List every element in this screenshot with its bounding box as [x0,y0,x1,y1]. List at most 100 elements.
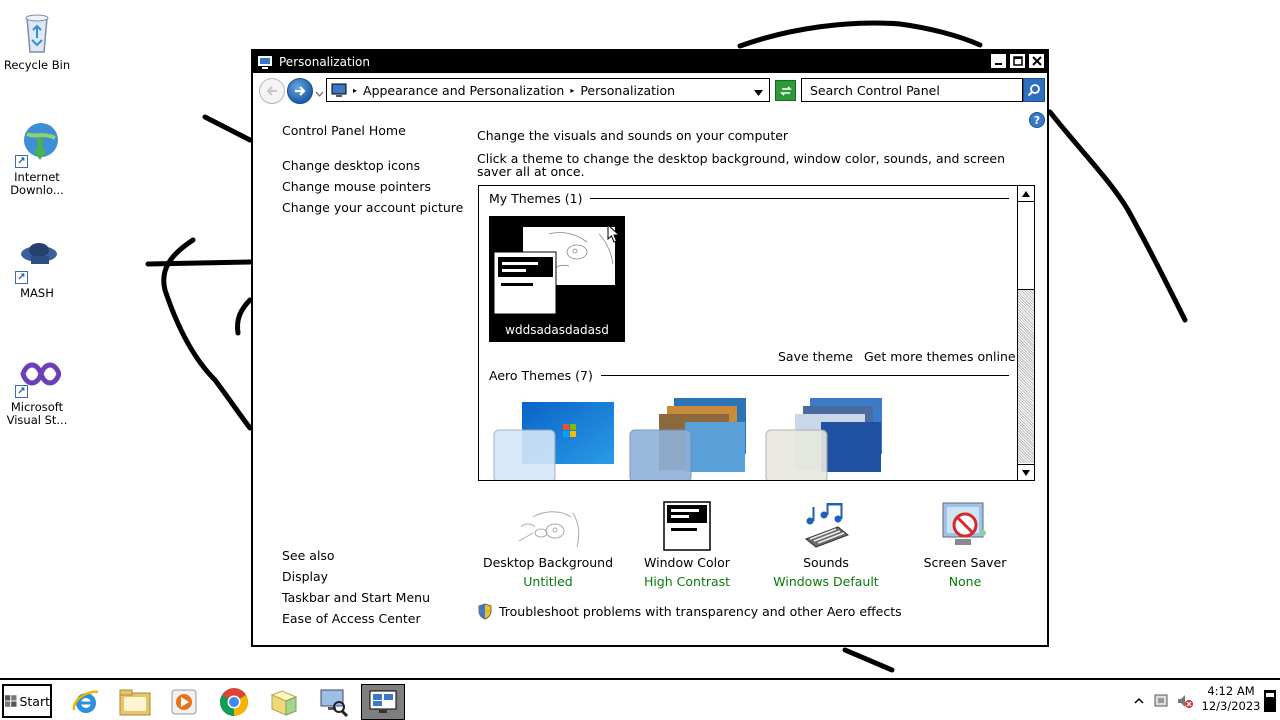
shortcut-arrow-icon: ↗ [15,155,28,168]
start-label: Start [19,693,50,709]
scroll-up-button[interactable] [1018,186,1034,202]
window-color-icon [617,499,757,551]
desktop-icon-label: Internet Downlo... [10,170,64,197]
navigation-bar: ▸ Appearance and Personalization ▸ Perso… [253,73,1047,104]
setting-value: Untitled [523,574,573,589]
show-hidden-icons-icon[interactable] [1134,696,1144,706]
get-more-themes-link[interactable]: Get more themes online [864,349,1016,364]
setting-value: Windows Default [773,574,879,589]
taskbar-file-explorer[interactable] [113,684,157,720]
scroll-track[interactable] [1018,290,1034,463]
shield-icon [478,603,492,620]
personalization-icon [369,690,397,713]
search-input[interactable]: Search Control Panel [801,78,1023,102]
breadcrumb-arrow-icon[interactable]: ▸ [570,86,574,95]
desktop-icon-mash[interactable]: ↗ MASH [0,236,74,300]
scroll-down-icon [1022,469,1030,476]
aero-themes-group: Aero Themes (7) [489,368,1009,383]
taskbar-folder[interactable] [262,684,306,720]
personalization-window[interactable]: Personalization ▸ Appearance and Persona… [251,49,1049,647]
desktop-icon-recycle-bin[interactable]: Recycle Bin [0,8,74,72]
aero-theme-characters-tile[interactable] [765,398,891,481]
shortcut-arrow-icon: ↗ [15,385,28,398]
divider [600,375,1009,376]
sounds-setting[interactable]: Sounds Windows Default [756,499,896,589]
search-button[interactable] [1023,78,1045,102]
maximize-button[interactable] [1009,53,1026,69]
aero-theme-architecture-tile[interactable] [629,398,755,481]
address-bar[interactable]: ▸ Appearance and Personalization ▸ Perso… [326,78,770,102]
desktop-icon-label: MASH [20,286,54,300]
taskbar-internet-explorer[interactable] [64,684,108,720]
mash-icon: ↗ [13,236,61,284]
folder-icon [270,690,298,716]
forward-button[interactable] [287,78,313,104]
taskbar-clock[interactable]: 4:12 AM 12/3/2023 [1196,684,1266,714]
action-center-icon[interactable] [1152,692,1170,710]
screen-saver-icon [895,499,1035,551]
change-desktop-icons-link[interactable]: Change desktop icons [282,158,420,173]
start-button[interactable]: Start [2,684,52,718]
mouse-cursor-icon [607,224,621,243]
taskbar: Start [0,678,1280,720]
troubleshoot-aero-link[interactable]: Troubleshoot problems with transparency … [477,603,902,620]
change-mouse-pointers-link[interactable]: Change mouse pointers [282,179,431,194]
theme-list-scrollbar[interactable] [1017,186,1034,480]
setting-label: Sounds [803,555,849,570]
personalization-app-icon [257,54,273,70]
aero-themes-header: Aero Themes (7) [489,368,593,383]
page-title: Change the visuals and sounds on your co… [477,128,789,143]
breadcrumb-personalization[interactable]: Personalization [580,83,675,98]
visual-studio-icon: ↗ [13,350,62,398]
taskbar-control-panel[interactable] [311,684,355,720]
address-dropdown-icon[interactable] [754,85,763,99]
sounds-icon [756,499,896,551]
setting-value: High Contrast [643,574,731,589]
my-themes-group: My Themes (1) [489,191,1009,206]
screen-saver-setting[interactable]: Screen Saver None [895,499,1035,589]
control-panel-home-link[interactable]: Control Panel Home [282,123,406,138]
chrome-icon [220,688,248,716]
theme-name: wddsadasdadasd [505,323,609,337]
troubleshoot-label: Troubleshoot problems with transparency … [499,604,902,619]
minimize-button[interactable] [990,53,1007,69]
desktop-icon-internet-download-manager[interactable]: ↗ Internet Downlo... [0,120,74,197]
search-icon [1027,84,1040,97]
theme-list[interactable]: My Themes (1) wddsadasdadasd Save theme … [478,185,1035,481]
divider [590,198,1009,199]
window-color-setting[interactable]: Window Color High Contrast [617,499,757,589]
file-explorer-icon [119,689,151,716]
close-button[interactable] [1028,53,1045,69]
theme-tile[interactable]: wddsadasdadasd [489,216,625,342]
taskbar-start-menu-link[interactable]: Taskbar and Start Menu [282,590,430,605]
scroll-down-button[interactable] [1018,464,1034,480]
volume-muted-icon[interactable] [1176,692,1194,710]
clock-time: 4:12 AM [1207,684,1255,698]
refresh-icon [779,85,792,96]
setting-label: Desktop Background [482,555,614,570]
ease-of-access-link[interactable]: Ease of Access Center [282,611,421,626]
scroll-thumb[interactable] [1018,203,1034,290]
breadcrumb-appearance[interactable]: Appearance and Personalization [363,83,564,98]
recent-pages-dropdown[interactable] [315,86,324,100]
clock-date: 12/3/2023 [1201,699,1261,713]
refresh-button[interactable] [775,80,796,101]
taskbar-media-player[interactable] [162,684,206,720]
change-account-picture-link[interactable]: Change your account picture [282,200,463,215]
breadcrumb-arrow-icon[interactable]: ▸ [353,86,357,95]
taskbar-chrome[interactable] [212,684,256,720]
setting-value: None [948,574,982,589]
display-link[interactable]: Display [282,569,328,584]
desktop-background-setting[interactable]: Desktop Background Untitled [478,499,618,589]
help-icon[interactable]: ? [1029,112,1045,128]
aero-theme-windows-tile[interactable] [493,398,619,481]
desktop-icon-label: Recycle Bin [3,58,71,72]
desktop-icon-visual-studio[interactable]: ↗ Microsoft Visual St... [0,350,74,427]
close-icon [1031,56,1042,66]
back-button[interactable] [259,78,285,104]
title-bar[interactable]: Personalization [253,51,1047,73]
taskbar-personalization[interactable] [361,684,405,720]
save-theme-link[interactable]: Save theme [778,349,853,364]
back-arrow-icon [266,86,277,96]
control-panel-icon [331,83,347,97]
